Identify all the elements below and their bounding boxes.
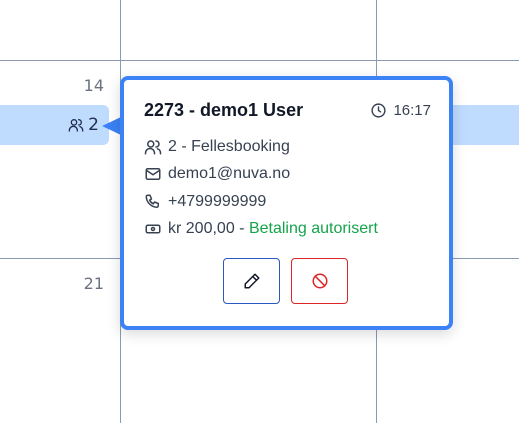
booking-title: 2273 - demo1 User: [144, 100, 304, 120]
users-icon: [68, 117, 84, 133]
users-icon: [144, 138, 162, 156]
amount-separator: -: [234, 220, 249, 237]
amount-label: kr 200,00: [168, 220, 235, 237]
booking-time: 16:17: [370, 102, 431, 119]
edit-booking-button[interactable]: [223, 258, 280, 304]
day-number-21[interactable]: 21: [64, 274, 104, 293]
clock-icon: [371, 103, 387, 118]
cancel-booking-button[interactable]: [291, 258, 348, 304]
grid-line-horizontal: [0, 60, 519, 61]
booking-time-label: 16:17: [393, 102, 431, 119]
booking-type-label: 2 - Fellesbooking: [168, 138, 290, 155]
day-number-14[interactable]: 14: [64, 76, 104, 95]
payment-row: kr 200,00 - Betaling autorisert: [144, 220, 378, 238]
calendar-event-chip[interactable]: 2: [0, 105, 109, 145]
booking-popover: 2273 - demo1 User 16:17 2 - Fellesbookin…: [120, 76, 453, 330]
ban-icon: [312, 273, 327, 289]
cash-icon: [144, 220, 162, 238]
pencil-icon: [244, 273, 259, 289]
booking-type-row: 2 - Fellesbooking: [144, 138, 290, 156]
phone-icon: [144, 193, 162, 211]
phone-row: +4799999999: [144, 193, 266, 211]
event-participant-count: 2: [88, 115, 99, 135]
email-row: demo1@nuva.no: [144, 165, 290, 183]
email-label: demo1@nuva.no: [168, 165, 291, 182]
popover-caret: [102, 117, 121, 135]
phone-label: +4799999999: [168, 193, 267, 210]
payment-status: Betaling autorisert: [248, 220, 378, 237]
mail-icon: [144, 165, 162, 183]
